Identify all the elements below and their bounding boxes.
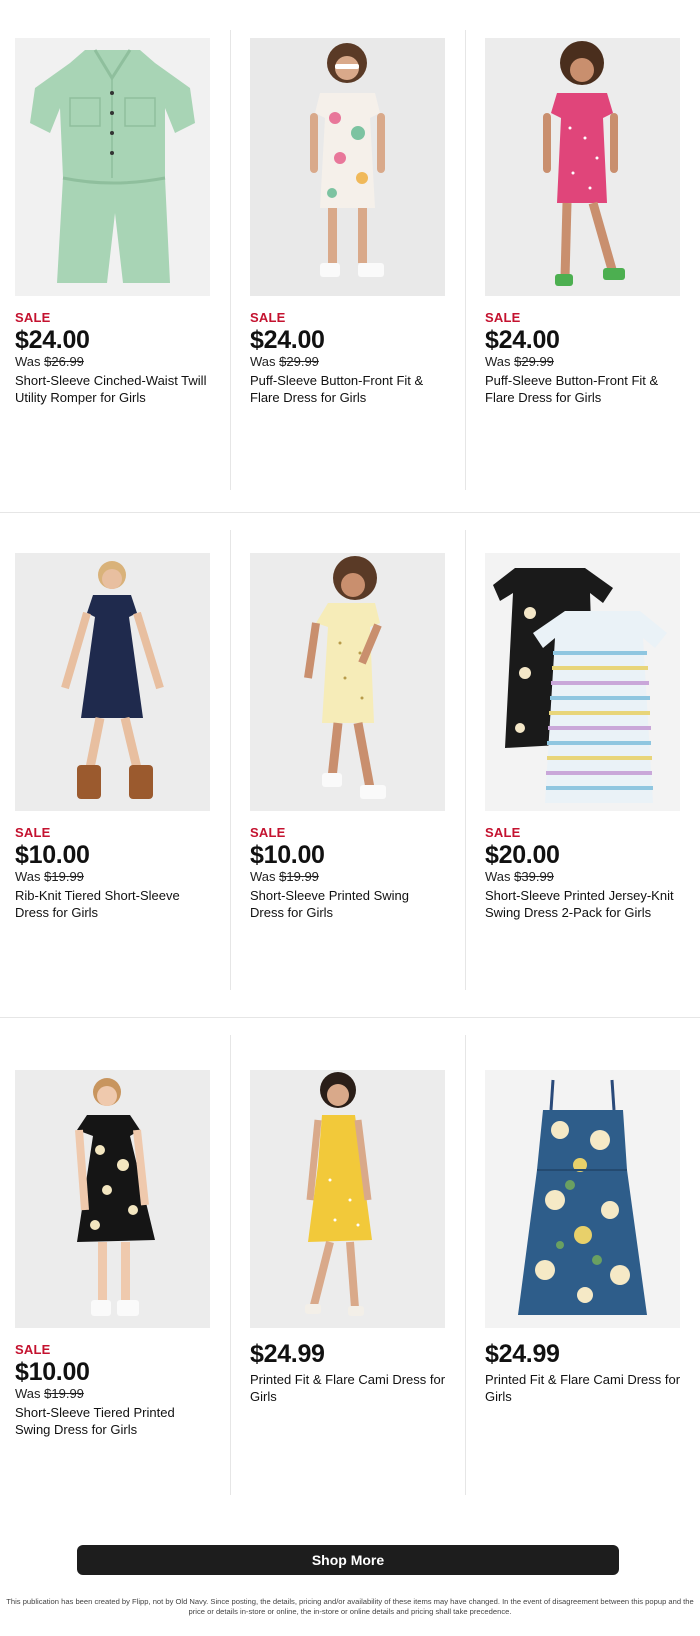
was-prefix: Was xyxy=(250,354,280,369)
was-price: $39.99 xyxy=(514,869,554,884)
girl-floral-white-dress-image xyxy=(250,38,445,296)
was-prefix: Was xyxy=(15,869,45,884)
row-divider xyxy=(0,1017,700,1018)
product-image[interactable] xyxy=(15,553,210,811)
product-card[interactable]: $24.99 Printed Fit & Flare Cami Dress fo… xyxy=(250,1070,448,1405)
price: $24.99 xyxy=(250,1340,325,1368)
product-card[interactable]: SALE $10.00 Was $19.99 Short-Sleeve Prin… xyxy=(250,553,448,921)
sale-price: $10.00 xyxy=(15,841,90,869)
was-price: $19.99 xyxy=(44,1386,84,1401)
product-image[interactable] xyxy=(15,38,210,296)
girl-yellow-print-dress-image xyxy=(250,553,445,811)
disclaimer-text: This publication has been created by Fli… xyxy=(6,1597,694,1616)
was-price: $26.99 xyxy=(44,354,84,369)
product-card[interactable]: SALE $10.00 Was $19.99 Short-Sleeve Tier… xyxy=(15,1070,213,1438)
was-price: $19.99 xyxy=(279,869,319,884)
sale-label: SALE xyxy=(485,825,521,840)
was-price-line: Was $26.99 xyxy=(15,354,213,369)
sale-label: SALE xyxy=(15,1342,51,1357)
was-price: $29.99 xyxy=(514,354,554,369)
product-title[interactable]: Short-Sleeve Cinched-Waist Twill Utility… xyxy=(15,372,211,406)
girl-pink-dress-image xyxy=(485,38,680,296)
column-divider xyxy=(230,530,231,990)
girl-yellow-cami-dress-image xyxy=(250,1070,445,1328)
sale-label: SALE xyxy=(15,310,51,325)
sale-price: $24.00 xyxy=(15,326,90,354)
sale-label: SALE xyxy=(485,310,521,325)
product-card[interactable]: $24.99 Printed Fit & Flare Cami Dress fo… xyxy=(485,1070,683,1405)
product-image[interactable] xyxy=(250,1070,445,1328)
sale-price: $10.00 xyxy=(15,1358,90,1386)
product-title[interactable]: Printed Fit & Flare Cami Dress for Girls xyxy=(485,1371,681,1405)
column-divider xyxy=(230,30,231,490)
was-price: $19.99 xyxy=(44,869,84,884)
was-price-line: Was $19.99 xyxy=(15,1386,213,1401)
shop-more-button[interactable]: Shop More xyxy=(77,1545,619,1575)
girl-navy-dress-image xyxy=(15,553,210,811)
sale-price: $24.00 xyxy=(250,326,325,354)
product-title[interactable]: Puff-Sleeve Button-Front Fit & Flare Dre… xyxy=(485,372,681,406)
blue-floral-cami-dress-image xyxy=(485,1070,680,1328)
column-divider xyxy=(465,1035,466,1495)
product-image[interactable] xyxy=(250,553,445,811)
was-price-line: Was $39.99 xyxy=(485,869,683,884)
product-image[interactable] xyxy=(485,553,680,811)
was-price-line: Was $29.99 xyxy=(250,354,448,369)
column-divider xyxy=(230,1035,231,1495)
product-card[interactable]: SALE $24.00 Was $29.99 Puff-Sleeve Butto… xyxy=(250,38,448,406)
sale-label: SALE xyxy=(15,825,51,840)
product-image[interactable] xyxy=(485,1070,680,1328)
product-card[interactable]: SALE $24.00 Was $29.99 Puff-Sleeve Butto… xyxy=(485,38,683,406)
column-divider xyxy=(465,530,466,990)
sale-price: $20.00 xyxy=(485,841,560,869)
girl-black-floral-dress-image xyxy=(15,1070,210,1328)
was-prefix: Was xyxy=(485,869,515,884)
was-price-line: Was $29.99 xyxy=(485,354,683,369)
was-prefix: Was xyxy=(250,869,280,884)
sale-price: $10.00 xyxy=(250,841,325,869)
sale-label: SALE xyxy=(250,310,286,325)
product-card[interactable]: SALE $24.00 Was $26.99 Short-Sleeve Cinc… xyxy=(15,38,213,406)
price: $24.99 xyxy=(485,1340,560,1368)
was-price: $29.99 xyxy=(279,354,319,369)
sale-price: $24.00 xyxy=(485,326,560,354)
product-image[interactable] xyxy=(250,38,445,296)
sale-label: SALE xyxy=(250,825,286,840)
was-price-line: Was $19.99 xyxy=(250,869,448,884)
product-card[interactable]: SALE $10.00 Was $19.99 Rib-Knit Tiered S… xyxy=(15,553,213,921)
product-image[interactable] xyxy=(15,1070,210,1328)
product-title[interactable]: Printed Fit & Flare Cami Dress for Girls xyxy=(250,1371,446,1405)
column-divider xyxy=(465,30,466,490)
product-title[interactable]: Puff-Sleeve Button-Front Fit & Flare Dre… xyxy=(250,372,446,406)
product-title[interactable]: Short-Sleeve Printed Jersey-Knit Swing D… xyxy=(485,887,681,921)
was-prefix: Was xyxy=(15,354,45,369)
was-price-line: Was $19.99 xyxy=(15,869,213,884)
two-pack-dresses-image xyxy=(485,553,680,811)
mint-romper-image xyxy=(15,38,210,296)
was-prefix: Was xyxy=(485,354,515,369)
row-divider xyxy=(0,512,700,513)
product-title[interactable]: Short-Sleeve Printed Swing Dress for Gir… xyxy=(250,887,446,921)
was-prefix: Was xyxy=(15,1386,45,1401)
product-title[interactable]: Short-Sleeve Tiered Printed Swing Dress … xyxy=(15,1404,211,1438)
product-image[interactable] xyxy=(485,38,680,296)
product-title[interactable]: Rib-Knit Tiered Short-Sleeve Dress for G… xyxy=(15,887,211,921)
product-card[interactable]: SALE $20.00 Was $39.99 Short-Sleeve Prin… xyxy=(485,553,683,921)
